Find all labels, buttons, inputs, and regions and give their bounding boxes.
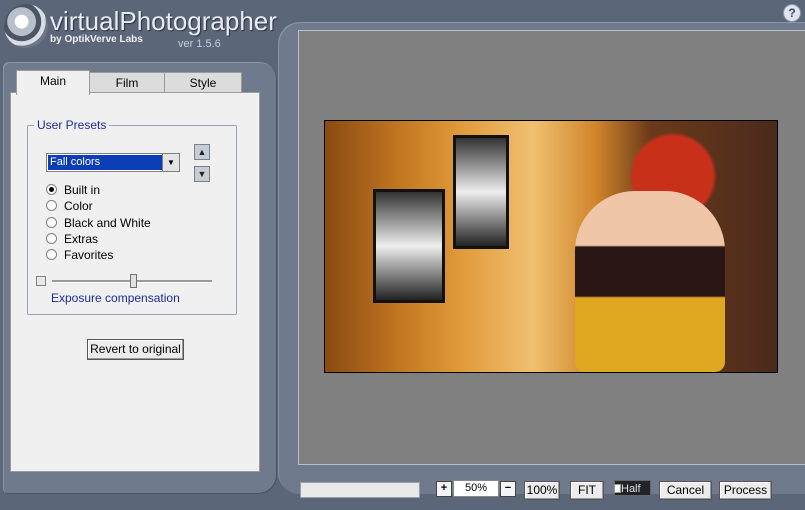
exposure-slider-thumb[interactable] xyxy=(130,274,137,288)
user-presets-group: User Presets Fall colors ▼ ▲ ▼ Built in … xyxy=(27,118,237,315)
zoom-level-field[interactable]: 50% xyxy=(453,480,499,497)
radio-indicator[interactable] xyxy=(46,217,57,228)
preview-portrait-left xyxy=(373,189,445,303)
zoom-100-button[interactable]: 100% xyxy=(524,481,560,500)
help-icon[interactable]: ? xyxy=(783,4,801,22)
radio-indicator[interactable] xyxy=(46,184,57,195)
radio-label: Favorites xyxy=(64,248,114,262)
radio-favorites[interactable]: Favorites xyxy=(46,248,113,263)
revert-to-original-button[interactable]: Revert to original xyxy=(87,339,184,360)
app-subtitle: by OptikVerve Labs xyxy=(50,34,143,45)
radio-black-and-white[interactable]: Black and White xyxy=(46,216,151,231)
radio-indicator[interactable] xyxy=(46,200,57,211)
cancel-button[interactable]: Cancel xyxy=(659,481,712,500)
arrow-down-button[interactable]: ▼ xyxy=(194,166,210,182)
arrow-up-icon: ▲ xyxy=(197,147,207,157)
preview-image[interactable] xyxy=(324,120,778,373)
app-title: virtualPhotographer xyxy=(50,6,277,36)
main-tab-panel: User Presets Fall colors ▼ ▲ ▼ Built in … xyxy=(10,92,260,472)
preview-figure xyxy=(575,191,725,372)
tab-main[interactable]: Main xyxy=(16,70,90,95)
radio-indicator[interactable] xyxy=(46,249,57,260)
chevron-down-icon[interactable]: ▼ xyxy=(162,154,179,171)
radio-color[interactable]: Color xyxy=(46,199,93,214)
app-version: ver 1.5.6 xyxy=(178,38,221,50)
progress-bar xyxy=(300,482,420,498)
preview-portrait-center xyxy=(453,135,509,249)
radio-extras[interactable]: Extras xyxy=(46,232,98,247)
zoom-out-button[interactable]: − xyxy=(500,481,516,497)
fit-button[interactable]: FIT xyxy=(570,481,604,500)
half-checkbox[interactable] xyxy=(614,484,621,493)
radio-label: Built in xyxy=(64,183,101,197)
arrow-up-button[interactable]: ▲ xyxy=(194,144,210,160)
process-button[interactable]: Process xyxy=(719,481,772,500)
arrow-down-icon: ▼ xyxy=(197,169,207,179)
preset-dropdown[interactable]: Fall colors ▼ xyxy=(46,153,180,172)
radio-built-in[interactable]: Built in xyxy=(46,183,100,198)
app-logo-icon xyxy=(4,4,48,48)
exposure-checkbox[interactable] xyxy=(36,276,46,286)
user-presets-label: User Presets xyxy=(34,118,110,132)
radio-label: Black and White xyxy=(64,216,151,230)
radio-indicator[interactable] xyxy=(46,233,57,244)
exposure-label: Exposure compensation xyxy=(51,291,180,305)
preset-selected-value: Fall colors xyxy=(48,155,163,170)
radio-label: Extras xyxy=(64,232,99,246)
radio-label: Color xyxy=(64,199,93,213)
zoom-in-button[interactable]: + xyxy=(436,481,452,497)
